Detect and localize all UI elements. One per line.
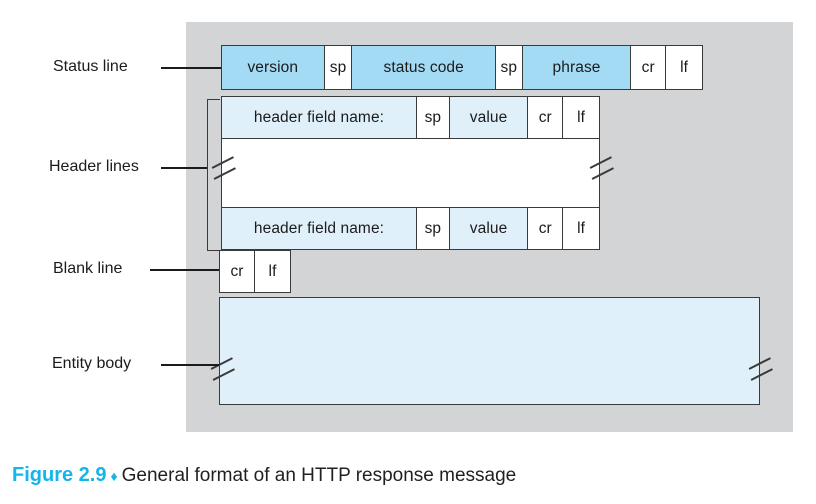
annotation-header-lines: Header lines	[49, 158, 139, 175]
header-line-1-sp-cell: sp	[416, 97, 450, 138]
header-line-1-field-name-cell: header field name:	[222, 97, 417, 138]
header-line-row-2: header field name: sp value cr lf	[221, 207, 600, 250]
leader-line-status-line	[161, 67, 221, 69]
status-line-cr-cell: cr	[631, 46, 667, 89]
header-lines-continuation-band	[221, 138, 600, 208]
status-line-lf-cell: lf	[666, 46, 703, 89]
header-line-2-field-name-cell: header field name:	[222, 208, 417, 249]
leader-line-blank-line	[150, 269, 219, 271]
status-line-sp1-cell: sp	[324, 46, 353, 89]
annotation-blank-line: Blank line	[53, 260, 123, 277]
status-line-phrase-cell: phrase	[522, 46, 632, 89]
status-line-status-code-cell: status code	[352, 46, 496, 89]
status-line-sp2-cell: sp	[495, 46, 523, 89]
blank-line-row: cr lf	[219, 250, 291, 293]
header-line-1-cr-cell: cr	[528, 97, 564, 138]
blank-line-lf-cell: lf	[255, 251, 290, 292]
figure-number: Figure 2.9	[12, 464, 107, 486]
figure-caption: Figure 2.9 ♦ General format of an HTTP res…	[12, 464, 516, 487]
blank-line-cr-cell: cr	[220, 251, 256, 292]
entity-body-box	[219, 297, 760, 405]
header-line-2-cr-cell: cr	[528, 208, 564, 249]
header-line-2-value-cell: value	[449, 208, 529, 249]
header-line-2-sp-cell: sp	[416, 208, 450, 249]
annotation-status-line: Status line	[53, 58, 128, 75]
header-line-row-1: header field name: sp value cr lf	[221, 96, 600, 139]
status-line-version-cell: version	[222, 46, 325, 89]
header-line-2-lf-cell: lf	[563, 208, 599, 249]
leader-line-header-lines	[161, 167, 207, 169]
header-lines-bracket	[207, 99, 220, 251]
status-line-row: version sp status code sp phrase cr lf	[221, 45, 703, 90]
annotation-entity-body: Entity body	[52, 355, 132, 372]
leader-line-entity-body	[161, 364, 219, 366]
header-line-1-value-cell: value	[449, 97, 529, 138]
diamond-icon: ♦	[110, 468, 118, 484]
figure-caption-text: General format of an HTTP response messa…	[121, 465, 517, 486]
header-line-1-lf-cell: lf	[563, 97, 599, 138]
